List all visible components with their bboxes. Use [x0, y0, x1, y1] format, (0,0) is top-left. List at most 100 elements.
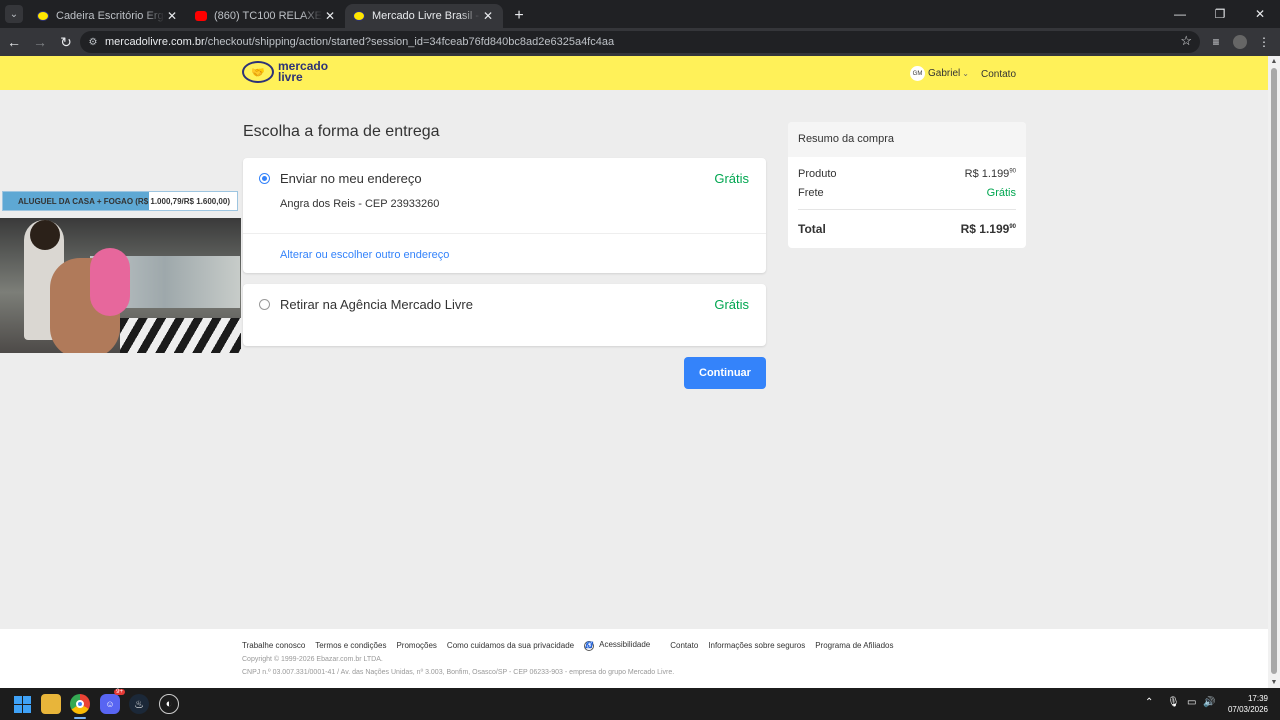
product-label: Produto [798, 168, 837, 180]
browser-toolbar: ← → ↻ ⚙ mercadolivre.com.br/checkout/shi… [0, 28, 1280, 56]
total-label: Total [798, 222, 826, 236]
footer-link[interactable]: Termos e condições [315, 641, 386, 650]
new-tab-button[interactable]: + [507, 4, 531, 28]
summary-divider [798, 209, 1016, 210]
footer-link[interactable]: Trabalhe conosco [242, 641, 305, 650]
mercadolivre-logo[interactable]: 🤝 mercado livre [242, 60, 328, 84]
summary-title: Resumo da compra [788, 122, 1026, 157]
clock-time: 17:39 [1247, 694, 1268, 703]
option-price: Grátis [714, 171, 749, 186]
scrollbar-thumb[interactable] [1271, 68, 1277, 674]
user-name: Gabriel [928, 68, 961, 79]
footer-link[interactable]: Informações sobre seguros [708, 641, 805, 650]
footer-link-accessibility[interactable]: ♿ Acessibilidade [584, 640, 660, 651]
tray-chevron-up-icon[interactable]: ⌃ [1145, 697, 1153, 708]
summary-total-row: Total R$ 1.19990 [798, 222, 1016, 236]
shipping-option-agency[interactable]: Retirar na Agência Mercado Livre Grátis [243, 284, 766, 346]
reload-icon[interactable]: ↻ [54, 30, 78, 54]
restore-icon[interactable]: ❐ [1200, 0, 1240, 28]
back-icon[interactable]: ← [2, 30, 26, 54]
close-tab-icon[interactable]: ✕ [323, 9, 337, 23]
site-info-icon[interactable]: ⚙ [86, 35, 100, 49]
footer-link[interactable]: Contato [670, 641, 698, 650]
webcam-overlay [0, 218, 241, 353]
footer-link[interactable]: Promoções [396, 641, 436, 650]
close-window-icon[interactable]: ✕ [1240, 0, 1280, 28]
total-price-value: R$ 1.199 [960, 222, 1010, 236]
footer-copyright: Copyright © 1999-2026 Ebazar.com.br LTDA… [242, 656, 383, 663]
browser-tab-bar: ⌄ Cadeira Escritório Ergonômica C ✕ (860… [0, 0, 1280, 28]
summary-shipping-row: Frete Grátis [798, 187, 1016, 199]
page-title: Escolha a forma de entrega [243, 123, 440, 140]
chevron-down-icon: ⌄ [962, 69, 969, 78]
option-title: Retirar na Agência Mercado Livre [280, 297, 473, 312]
volume-icon[interactable]: 🔊 [1203, 697, 1215, 708]
url-text[interactable]: mercadolivre.com.br/checkout/shipping/ac… [105, 36, 614, 48]
browser-tab-active[interactable]: Mercado Livre Brasil - Onde co ✕ [345, 4, 503, 28]
tab-title: (860) TC100 RELAXED!! |A MEL [214, 10, 323, 22]
close-tab-icon[interactable]: ✕ [165, 9, 179, 23]
change-address-link[interactable]: Alterar ou escolher outro endereço [280, 249, 449, 261]
discord-icon[interactable]: ☺ 9+ [100, 689, 125, 714]
footer-link[interactable]: Programa de Afiliados [815, 641, 893, 650]
taskbar-clock[interactable]: 17:39 07/03/2026 [1228, 693, 1268, 715]
scroll-down-arrow-icon[interactable]: ▼ [1268, 679, 1280, 686]
logo-line-2: livre [278, 70, 303, 84]
discord-badge: 9+ [114, 689, 125, 695]
profile-avatar-icon[interactable] [1233, 35, 1247, 49]
windows-start-icon[interactable] [12, 694, 32, 714]
chrome-icon[interactable] [70, 694, 90, 714]
network-icon[interactable]: ▭ [1187, 697, 1196, 708]
youtube-favicon-icon [195, 11, 207, 21]
site-header: 🤝 mercado livre GM Gabriel ⌄ Contato [0, 56, 1268, 90]
media-control-icon[interactable]: ≡ [1204, 30, 1228, 54]
footer-link[interactable]: Como cuidamos da sua privacidade [447, 641, 574, 650]
close-tab-icon[interactable]: ✕ [481, 9, 495, 23]
contact-link[interactable]: Contato [981, 69, 1016, 80]
browser-tab[interactable]: (860) TC100 RELAXED!! |A MEL ✕ [187, 4, 345, 28]
user-menu[interactable]: GM Gabriel ⌄ [910, 66, 969, 81]
file-explorer-icon[interactable] [41, 694, 61, 714]
continue-button[interactable]: Continuar [684, 357, 766, 389]
scroll-up-arrow-icon[interactable]: ▲ [1268, 58, 1280, 65]
active-app-indicator [74, 717, 86, 719]
radio-unselected[interactable] [259, 299, 270, 310]
page-scrollbar[interactable]: ▲ ▼ [1268, 56, 1280, 688]
browser-menu-icon[interactable]: ⋮ [1252, 30, 1276, 54]
donation-goal-text: ALUGUEL DA CASA + FOGAO (R$ 1.000,79/R$ … [18, 197, 230, 206]
divider [243, 233, 766, 234]
webcam-person-hair [30, 220, 60, 250]
tab-search-button[interactable]: ⌄ [5, 5, 23, 23]
footer-links: Trabalhe conosco Termos e condições Prom… [242, 640, 903, 651]
steam-icon[interactable]: ♨ [129, 694, 149, 714]
summary-product-row: Produto R$ 1.19990 [798, 168, 1016, 180]
shipping-label: Frete [798, 187, 824, 199]
shipping-value: Grátis [986, 187, 1016, 199]
total-price-cents: 90 [1009, 224, 1016, 230]
forward-icon[interactable]: → [28, 30, 52, 54]
browser-tab[interactable]: Cadeira Escritório Ergonômica C ✕ [29, 4, 187, 28]
site-footer: Trabalhe conosco Termos e condições Prom… [0, 629, 1268, 688]
option-price: Grátis [714, 297, 749, 312]
handshake-icon: 🤝 [242, 61, 274, 83]
url-domain: mercadolivre.com.br [105, 36, 205, 48]
windows-taskbar: ☺ 9+ ♨ ◐ ⌃ 🎙 ▭ 🔊 17:39 07/03/2026 [0, 688, 1280, 720]
logo-text: mercado livre [278, 60, 328, 84]
mercadolivre-favicon-icon [353, 11, 365, 21]
mercadolivre-favicon-icon [37, 11, 49, 21]
pink-headphones [90, 248, 130, 316]
option-title: Enviar no meu endereço [280, 171, 422, 186]
accessibility-icon: ♿ [584, 641, 595, 651]
obs-icon[interactable]: ◐ [159, 694, 179, 714]
page-viewport: 🤝 mercado livre GM Gabriel ⌄ Contato Esc… [0, 56, 1268, 688]
microphone-icon[interactable]: 🎙 [1167, 697, 1180, 708]
product-price-cents: 90 [1009, 168, 1016, 175]
striped-shirt [120, 318, 241, 353]
product-price-value: R$ 1.199 [964, 168, 1010, 180]
bookmark-star-icon[interactable]: ☆ [1180, 33, 1192, 49]
product-price: R$ 1.19990 [965, 168, 1016, 180]
shipping-option-home[interactable]: Enviar no meu endereço Grátis Angra dos … [243, 158, 766, 273]
minimize-icon[interactable]: — [1160, 0, 1200, 28]
address-bar[interactable]: ⚙ mercadolivre.com.br/checkout/shipping/… [80, 31, 1200, 53]
radio-selected[interactable] [259, 173, 270, 184]
